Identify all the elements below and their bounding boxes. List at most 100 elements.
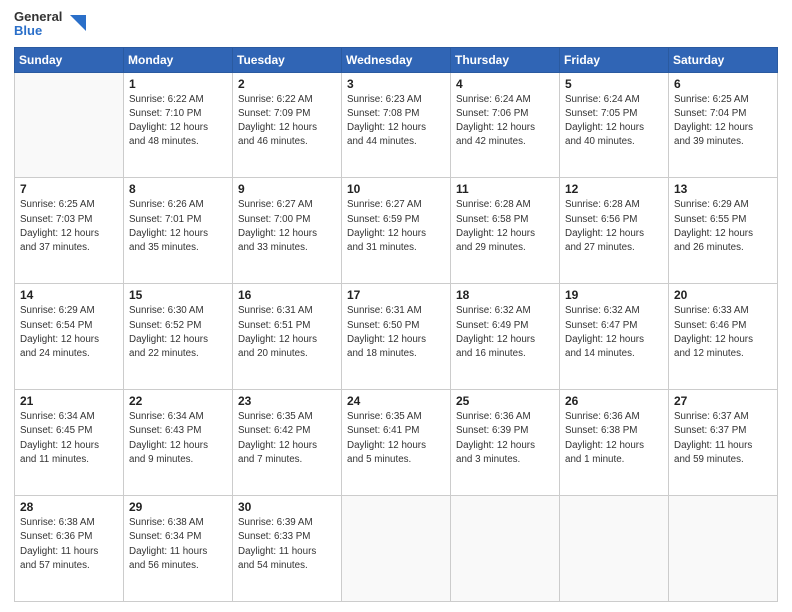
day-number: 6 bbox=[674, 77, 772, 91]
calendar-cell: 1 Sunrise: 6:22 AMSunset: 7:10 PMDaylight… bbox=[124, 72, 233, 178]
calendar-cell: 6 Sunrise: 6:25 AMSunset: 7:04 PMDaylight… bbox=[669, 72, 778, 178]
weekday-header: Monday bbox=[124, 47, 233, 72]
calendar-cell: 2 Sunrise: 6:22 AMSunset: 7:09 PMDaylight… bbox=[233, 72, 342, 178]
day-info: Sunrise: 6:25 AMSunset: 7:03 PMDaylight:… bbox=[20, 198, 118, 255]
day-number: 23 bbox=[238, 394, 336, 408]
calendar-cell: 16 Sunrise: 6:31 AMSunset: 6:51 PMDayligh… bbox=[233, 284, 342, 390]
calendar-cell: 21 Sunrise: 6:34 AMSunset: 6:45 PMDayligh… bbox=[15, 390, 124, 496]
calendar-cell bbox=[451, 496, 560, 602]
calendar-cell: 18 Sunrise: 6:32 AMSunset: 6:49 PMDayligh… bbox=[451, 284, 560, 390]
weekday-header: Thursday bbox=[451, 47, 560, 72]
day-info: Sunrise: 6:22 AMSunset: 7:09 PMDaylight:… bbox=[238, 93, 336, 150]
calendar-cell: 7 Sunrise: 6:25 AMSunset: 7:03 PMDaylight… bbox=[15, 178, 124, 284]
day-number: 24 bbox=[347, 394, 445, 408]
calendar-cell: 3Sunrise: 6:23 AMSunset: 7:08 PMDaylight… bbox=[342, 72, 451, 178]
day-number: 17 bbox=[347, 288, 445, 302]
calendar-cell: 8 Sunrise: 6:26 AMSunset: 7:01 PMDaylight… bbox=[124, 178, 233, 284]
day-info: Sunrise: 6:38 AMSunset: 6:36 PMDaylight:… bbox=[20, 516, 118, 573]
calendar-cell bbox=[15, 72, 124, 178]
calendar-cell bbox=[669, 496, 778, 602]
calendar-cell: 11 Sunrise: 6:28 AMSunset: 6:58 PMDayligh… bbox=[451, 178, 560, 284]
day-info: Sunrise: 6:38 AMSunset: 6:34 PMDaylight:… bbox=[129, 516, 227, 573]
day-number: 8 bbox=[129, 182, 227, 196]
day-number: 2 bbox=[238, 77, 336, 91]
calendar-cell: 12 Sunrise: 6:28 AMSunset: 6:56 PMDayligh… bbox=[560, 178, 669, 284]
calendar-cell: 20 Sunrise: 6:33 AMSunset: 6:46 PMDayligh… bbox=[669, 284, 778, 390]
weekday-header: Saturday bbox=[669, 47, 778, 72]
day-number: 29 bbox=[129, 500, 227, 514]
logo-triangle-icon bbox=[64, 13, 86, 35]
page: General Blue SundayMondayTuesdayWednesda… bbox=[0, 0, 792, 612]
day-info: Sunrise: 6:29 AMSunset: 6:55 PMDaylight:… bbox=[674, 198, 772, 255]
day-number: 12 bbox=[565, 182, 663, 196]
day-info: Sunrise: 6:31 AMSunset: 6:50 PMDaylight:… bbox=[347, 304, 445, 361]
day-number: 28 bbox=[20, 500, 118, 514]
calendar-cell: 4 Sunrise: 6:24 AMSunset: 7:06 PMDaylight… bbox=[451, 72, 560, 178]
day-info: Sunrise: 6:31 AMSunset: 6:51 PMDaylight:… bbox=[238, 304, 336, 361]
day-number: 5 bbox=[565, 77, 663, 91]
calendar-cell: 26Sunrise: 6:36 AMSunset: 6:38 PMDayligh… bbox=[560, 390, 669, 496]
day-number: 4 bbox=[456, 77, 554, 91]
day-info: Sunrise: 6:25 AMSunset: 7:04 PMDaylight:… bbox=[674, 93, 772, 150]
day-number: 15 bbox=[129, 288, 227, 302]
day-info: Sunrise: 6:29 AMSunset: 6:54 PMDaylight:… bbox=[20, 304, 118, 361]
day-info: Sunrise: 6:39 AMSunset: 6:33 PMDaylight:… bbox=[238, 516, 336, 573]
day-number: 26 bbox=[565, 394, 663, 408]
day-number: 11 bbox=[456, 182, 554, 196]
day-info: Sunrise: 6:26 AMSunset: 7:01 PMDaylight:… bbox=[129, 198, 227, 255]
day-number: 10 bbox=[347, 182, 445, 196]
day-info: Sunrise: 6:34 AMSunset: 6:45 PMDaylight:… bbox=[20, 410, 118, 467]
day-info: Sunrise: 6:34 AMSunset: 6:43 PMDaylight:… bbox=[129, 410, 227, 467]
header: General Blue bbox=[14, 10, 778, 39]
day-info: Sunrise: 6:32 AMSunset: 6:47 PMDaylight:… bbox=[565, 304, 663, 361]
day-number: 19 bbox=[565, 288, 663, 302]
day-number: 21 bbox=[20, 394, 118, 408]
day-info: Sunrise: 6:30 AMSunset: 6:52 PMDaylight:… bbox=[129, 304, 227, 361]
day-info: Sunrise: 6:37 AMSunset: 6:37 PMDaylight:… bbox=[674, 410, 772, 467]
calendar-cell: 30 Sunrise: 6:39 AMSunset: 6:33 PMDayligh… bbox=[233, 496, 342, 602]
day-info: Sunrise: 6:35 AMSunset: 6:41 PMDaylight:… bbox=[347, 410, 445, 467]
day-info: Sunrise: 6:23 AMSunset: 7:08 PMDaylight:… bbox=[347, 93, 445, 150]
day-number: 7 bbox=[20, 182, 118, 196]
day-info: Sunrise: 6:22 AMSunset: 7:10 PMDaylight:… bbox=[129, 93, 227, 150]
calendar-cell: 29 Sunrise: 6:38 AMSunset: 6:34 PMDayligh… bbox=[124, 496, 233, 602]
calendar-cell: 27 Sunrise: 6:37 AMSunset: 6:37 PMDayligh… bbox=[669, 390, 778, 496]
day-number: 20 bbox=[674, 288, 772, 302]
day-number: 30 bbox=[238, 500, 336, 514]
calendar-cell: 14 Sunrise: 6:29 AMSunset: 6:54 PMDayligh… bbox=[15, 284, 124, 390]
day-number: 9 bbox=[238, 182, 336, 196]
day-info: Sunrise: 6:32 AMSunset: 6:49 PMDaylight:… bbox=[456, 304, 554, 361]
calendar-cell: 13Sunrise: 6:29 AMSunset: 6:55 PMDayligh… bbox=[669, 178, 778, 284]
day-info: Sunrise: 6:24 AMSunset: 7:05 PMDaylight:… bbox=[565, 93, 663, 150]
day-number: 27 bbox=[674, 394, 772, 408]
weekday-header: Sunday bbox=[15, 47, 124, 72]
day-number: 16 bbox=[238, 288, 336, 302]
calendar-cell: 28 Sunrise: 6:38 AMSunset: 6:36 PMDayligh… bbox=[15, 496, 124, 602]
day-number: 14 bbox=[20, 288, 118, 302]
calendar-cell: 17 Sunrise: 6:31 AMSunset: 6:50 PMDayligh… bbox=[342, 284, 451, 390]
day-info: Sunrise: 6:24 AMSunset: 7:06 PMDaylight:… bbox=[456, 93, 554, 150]
day-info: Sunrise: 6:27 AMSunset: 7:00 PMDaylight:… bbox=[238, 198, 336, 255]
calendar: SundayMondayTuesdayWednesdayThursdayFrid… bbox=[14, 47, 778, 602]
logo-blue: Blue bbox=[14, 24, 62, 38]
day-info: Sunrise: 6:27 AMSunset: 6:59 PMDaylight:… bbox=[347, 198, 445, 255]
calendar-cell: 10 Sunrise: 6:27 AMSunset: 6:59 PMDayligh… bbox=[342, 178, 451, 284]
calendar-cell bbox=[342, 496, 451, 602]
day-info: Sunrise: 6:36 AMSunset: 6:39 PMDaylight:… bbox=[456, 410, 554, 467]
day-number: 1 bbox=[129, 77, 227, 91]
day-number: 22 bbox=[129, 394, 227, 408]
day-number: 18 bbox=[456, 288, 554, 302]
day-info: Sunrise: 6:28 AMSunset: 6:58 PMDaylight:… bbox=[456, 198, 554, 255]
day-info: Sunrise: 6:35 AMSunset: 6:42 PMDaylight:… bbox=[238, 410, 336, 467]
calendar-cell: 22 Sunrise: 6:34 AMSunset: 6:43 PMDayligh… bbox=[124, 390, 233, 496]
weekday-header: Wednesday bbox=[342, 47, 451, 72]
weekday-header: Tuesday bbox=[233, 47, 342, 72]
calendar-cell: 19 Sunrise: 6:32 AMSunset: 6:47 PMDayligh… bbox=[560, 284, 669, 390]
calendar-cell: 23 Sunrise: 6:35 AMSunset: 6:42 PMDayligh… bbox=[233, 390, 342, 496]
calendar-cell: 24 Sunrise: 6:35 AMSunset: 6:41 PMDayligh… bbox=[342, 390, 451, 496]
day-info: Sunrise: 6:33 AMSunset: 6:46 PMDaylight:… bbox=[674, 304, 772, 361]
logo-general: General bbox=[14, 10, 62, 24]
calendar-cell: 9 Sunrise: 6:27 AMSunset: 7:00 PMDaylight… bbox=[233, 178, 342, 284]
day-info: Sunrise: 6:28 AMSunset: 6:56 PMDaylight:… bbox=[565, 198, 663, 255]
day-number: 25 bbox=[456, 394, 554, 408]
